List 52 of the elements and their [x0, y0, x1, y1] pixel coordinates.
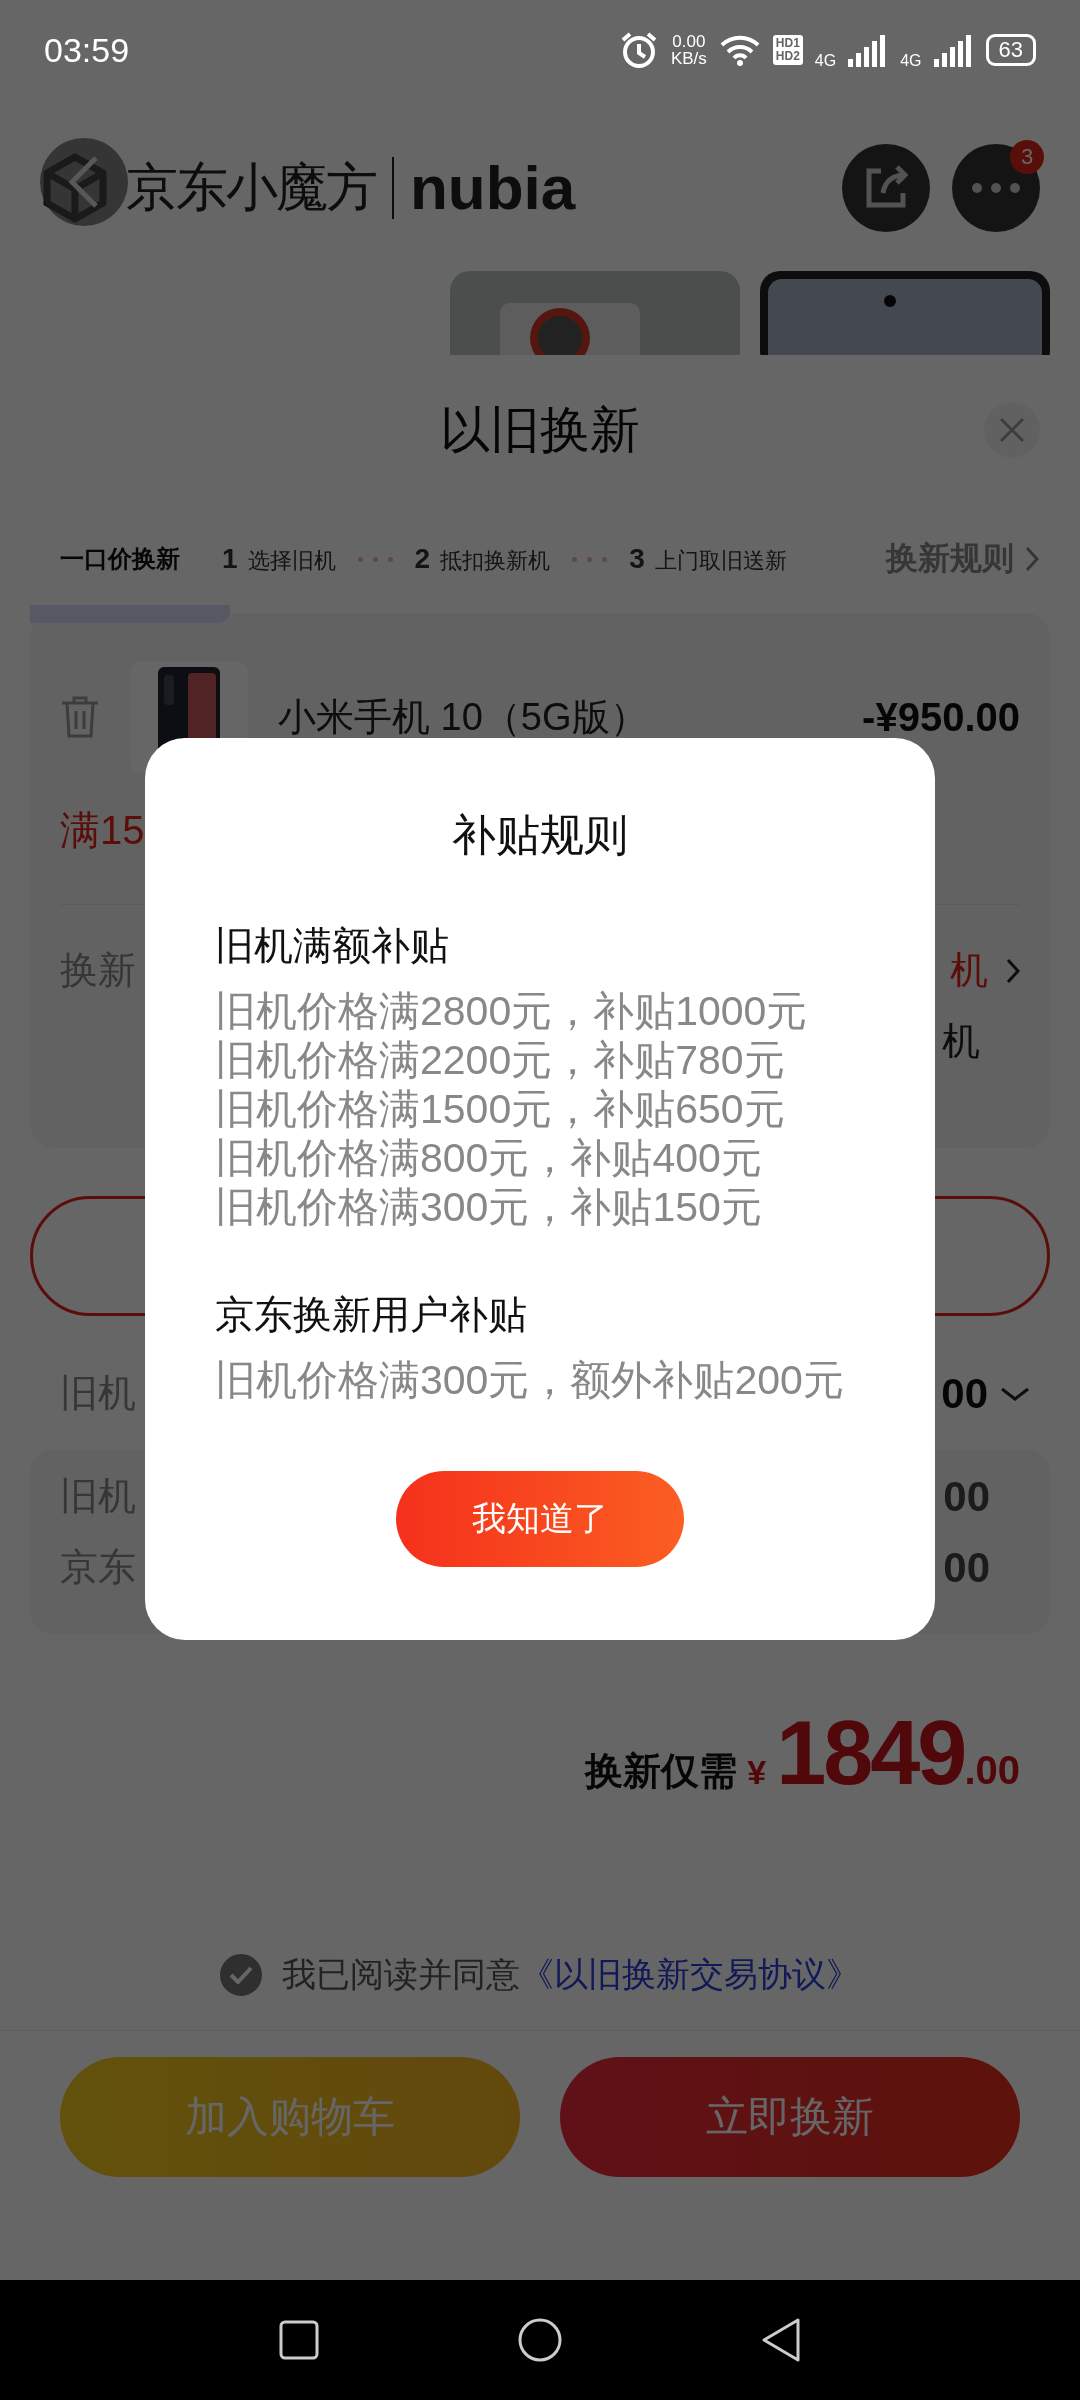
- subsidy-value: 00: [943, 1472, 990, 1521]
- total-price: 1849: [776, 1702, 965, 1805]
- rule-line: 旧机价格满2200元，补贴780元: [215, 1036, 786, 1085]
- chevron-icon: [1006, 957, 1020, 984]
- more-icon: [971, 181, 1021, 194]
- agree-checkbox[interactable]: [220, 1954, 262, 1996]
- section-heading: 京东换新用户补贴: [215, 1292, 528, 1338]
- steps-label: 一口价换新: [60, 544, 180, 574]
- rule-line: 旧机价格满1500元，补贴650元: [215, 1085, 786, 1134]
- section-heading: 旧机满额补贴: [215, 923, 450, 969]
- subsidy-value: 00: [943, 1543, 990, 1592]
- add-to-cart-button[interactable]: 加入购物车: [60, 2057, 520, 2177]
- trash-icon[interactable]: [60, 695, 100, 739]
- step-label: 2 抵扣换新机: [414, 542, 551, 576]
- hd-icon: HD1 HD2: [772, 35, 803, 65]
- valuation-value[interactable]: 00: [941, 1369, 1030, 1418]
- brand-logo: 京东小魔方: [126, 156, 376, 218]
- close-icon: [998, 416, 1026, 444]
- battery-icon: 63: [985, 34, 1036, 66]
- chevron-icon: [1024, 545, 1040, 573]
- option-note: 机: [942, 1019, 980, 1064]
- step-label: 1 选择旧机: [222, 542, 336, 576]
- total-currency: ¥: [747, 1753, 767, 1792]
- network-type: 4G: [814, 52, 837, 70]
- rule-line: 旧机价格满300元，额外补贴200元: [215, 1356, 845, 1405]
- total-label: 换新仅需: [585, 1749, 738, 1794]
- step-label: 3 上门取旧送新: [629, 542, 787, 576]
- signal-icon: [933, 33, 974, 67]
- dialog-title: 补贴规则: [452, 809, 628, 861]
- notification-badge: 3: [1010, 139, 1044, 174]
- network-speed: 0.00 KB/s: [670, 33, 707, 67]
- total-decimal: .00: [964, 1748, 1020, 1793]
- chevron-down-icon: [1000, 1385, 1030, 1402]
- rule-line: 旧机价格满800元，补贴400元: [215, 1134, 763, 1183]
- rule-line: 旧机价格满2800元，补贴1000元: [215, 987, 809, 1036]
- check-icon: [229, 1966, 253, 1984]
- confirm-button[interactable]: 我知道了: [396, 1471, 684, 1567]
- rule-line: 旧机价格满300元，补贴150元: [215, 1183, 763, 1232]
- wifi-icon: [718, 33, 761, 67]
- home-icon[interactable]: [517, 2317, 563, 2363]
- network-type: 4G: [900, 52, 922, 70]
- agree-text: 我已阅读并同意: [282, 1954, 520, 1995]
- option-value[interactable]: 机: [950, 945, 1020, 996]
- partner-logo: nubia: [410, 152, 576, 223]
- recents-icon[interactable]: [278, 2319, 321, 2361]
- sheet-title: 以旧换新: [440, 400, 640, 460]
- promo-text: 满15: [60, 807, 145, 854]
- trade-in-button[interactable]: 立即换新: [560, 2057, 1020, 2177]
- clock: 03:59: [44, 30, 130, 70]
- trade-in-price: -¥950.00: [862, 694, 1020, 740]
- agreement-link[interactable]: 《以旧换新交易协议》: [520, 1952, 860, 1998]
- device-name: 小米手机 10（5G版）: [278, 694, 648, 740]
